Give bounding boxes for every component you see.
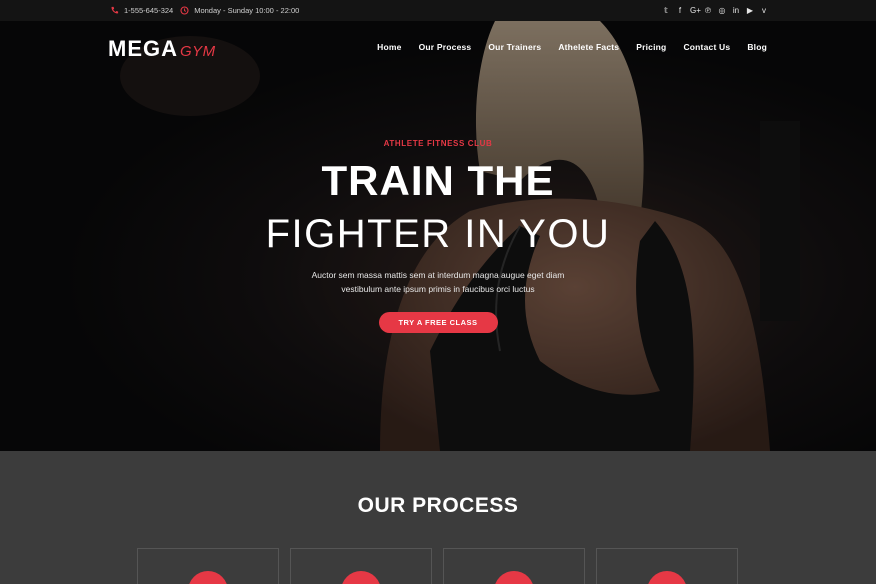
process-card [290, 548, 432, 584]
social-links: 𝕥 f G+ ℗ ◎ in ▶ v [662, 0, 768, 21]
process-section: OUR PROCESS [0, 451, 876, 584]
logo[interactable]: MEGA GYM [108, 36, 216, 62]
nav-our-trainers[interactable]: Our Trainers [488, 42, 541, 52]
clock-icon [180, 6, 189, 15]
logo-gym: GYM [180, 43, 216, 60]
hero-content: ATHLETE FITNESS CLUB TRAIN THE FIGHTER I… [0, 139, 876, 333]
facebook-icon[interactable]: f [676, 0, 684, 21]
process-card [596, 548, 738, 584]
google-plus-icon[interactable]: G+ [690, 0, 701, 21]
process-card [137, 548, 279, 584]
nav-our-process[interactable]: Our Process [419, 42, 472, 52]
contact-info: 1-555-645-324 Monday - Sunday 10:00 - 22… [110, 0, 299, 21]
hero-title-line2: FIGHTER IN YOU [265, 212, 611, 256]
try-free-class-button[interactable]: TRY A FREE CLASS [378, 312, 498, 333]
hero-section: MEGA GYM Home Our Process Our Trainers A… [0, 21, 876, 451]
logo-mega: MEGA [108, 36, 178, 61]
main-navigation: MEGA GYM Home Our Process Our Trainers A… [0, 21, 876, 76]
process-card [443, 548, 585, 584]
top-bar: 1-555-645-324 Monday - Sunday 10:00 - 22… [0, 0, 876, 21]
nav-menu: Home Our Process Our Trainers Athelete F… [377, 42, 767, 52]
phone-number[interactable]: 1-555-645-324 [124, 6, 173, 15]
process-step-icon [494, 571, 534, 584]
nav-athlete-facts[interactable]: Athelete Facts [558, 42, 619, 52]
instagram-icon[interactable]: ◎ [718, 0, 726, 21]
vimeo-icon[interactable]: v [760, 0, 768, 21]
hero-title-line1: TRAIN THE [321, 157, 555, 204]
phone-item: 1-555-645-324 [110, 6, 173, 15]
twitter-icon[interactable]: 𝕥 [662, 0, 670, 21]
linkedin-icon[interactable]: in [732, 0, 740, 21]
hero-eyebrow: ATHLETE FITNESS CLUB [383, 139, 493, 148]
process-step-icon [341, 571, 381, 584]
hours-item: Monday - Sunday 10:00 - 22:00 [180, 6, 299, 15]
opening-hours: Monday - Sunday 10:00 - 22:00 [194, 6, 300, 15]
process-step-icon [647, 571, 687, 584]
nav-contact-us[interactable]: Contact Us [683, 42, 730, 52]
pinterest-icon[interactable]: ℗ [704, 0, 712, 21]
nav-pricing[interactable]: Pricing [636, 42, 666, 52]
process-cards [137, 548, 738, 584]
youtube-icon[interactable]: ▶ [746, 0, 754, 21]
hero-description: Auctor sem massa mattis sem at interdum … [311, 270, 565, 294]
nav-blog[interactable]: Blog [747, 42, 767, 52]
nav-home[interactable]: Home [377, 42, 401, 52]
phone-icon [111, 6, 119, 14]
process-title: OUR PROCESS [357, 494, 519, 517]
process-step-icon [188, 571, 228, 584]
